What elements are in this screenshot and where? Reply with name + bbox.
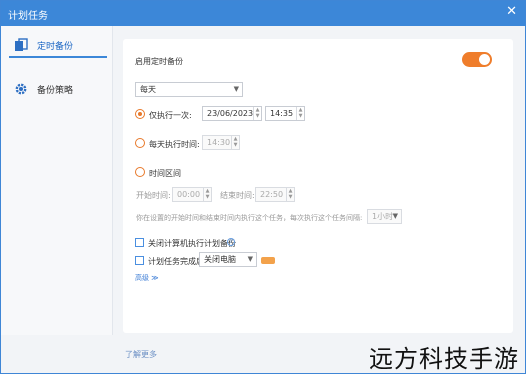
start-time-field[interactable]: 00:00 ▲ ▼ (172, 187, 212, 202)
sidebar: 定时备份 备份策略 (1, 26, 113, 335)
enable-label: 启用定时备份 (135, 57, 183, 66)
period-label: 时间区间 (149, 169, 181, 178)
interval-select[interactable]: 1小时 ▼ (367, 209, 402, 224)
once-radio[interactable] (135, 109, 145, 119)
window-title: 计划任务 (8, 11, 48, 22)
watermark: 远方科技手游 (369, 345, 519, 373)
schedule-window: 计划任务 ✕ 定时备份 备份策略 启用定时备份 每天 ▼ 仅执行一次: 23/0… (0, 0, 526, 374)
title-bar: 计划任务 ✕ (1, 1, 525, 26)
backup-icon (15, 38, 28, 51)
sidebar-item-backup-strategy[interactable]: 备份策略 (9, 76, 107, 102)
end-time-value: 22:50 (260, 190, 284, 199)
daily-radio[interactable] (135, 138, 145, 148)
period-radio[interactable] (135, 167, 145, 177)
settings-panel: 启用定时备份 每天 ▼ 仅执行一次: 23/06/2023 ▲ ▼ 14:35 ▲… (123, 39, 513, 333)
shutdown-label: 关闭计算机执行计划备份 (148, 239, 236, 248)
daily-label: 每天执行时间: (149, 140, 200, 149)
once-time-field[interactable]: 14:35 ▲ ▼ (265, 106, 305, 121)
gear-icon (15, 83, 27, 95)
advanced-link[interactable]: 高级 ≫ (135, 273, 159, 283)
after-action-select[interactable]: 关闭电脑 ▼ (199, 252, 257, 267)
interval-value: 1小时 (372, 212, 394, 221)
once-time-value: 14:35 (270, 109, 294, 118)
interval-label: 你在设置的开始时间和结束时间内执行这个任务，每次执行这个任务间隔: (136, 214, 363, 222)
start-time-value: 00:00 (177, 190, 201, 199)
shutdown-checkbox[interactable] (135, 238, 144, 247)
learn-more-link[interactable]: 了解更多 (125, 349, 157, 360)
daily-time-field[interactable]: 14:30 ▲ ▼ (202, 135, 240, 150)
daily-time-spinner[interactable]: ▲ ▼ (231, 136, 239, 149)
frequency-value: 每天 (140, 85, 156, 94)
info-icon[interactable]: ? (227, 238, 235, 246)
date-spinner[interactable]: ▲ ▼ (253, 107, 261, 120)
daily-time-value: 14:30 (207, 138, 231, 147)
chevron-down-icon: ▼ (392, 212, 398, 220)
after-checkbox[interactable] (135, 256, 144, 265)
sidebar-item-label: 备份策略 (37, 86, 74, 96)
footer: 了解更多 远方科技手游 (1, 335, 525, 373)
end-time-spinner[interactable]: ▲ ▼ (286, 188, 294, 201)
vip-badge (261, 257, 275, 264)
start-time-label: 开始时间: (136, 191, 171, 200)
once-label: 仅执行一次: (149, 111, 192, 120)
once-date-field[interactable]: 23/06/2023 ▲ ▼ (202, 106, 262, 121)
enable-toggle[interactable] (462, 52, 492, 67)
after-label: 计划任务完成后 (148, 257, 204, 266)
chevron-down-icon: ▼ (247, 255, 253, 263)
sidebar-item-label: 定时备份 (37, 42, 74, 52)
end-time-label: 结束时间: (220, 191, 255, 200)
close-icon[interactable]: ✕ (506, 5, 517, 19)
after-action-value: 关闭电脑 (204, 255, 236, 264)
time-spinner[interactable]: ▲ ▼ (296, 107, 304, 120)
start-time-spinner[interactable]: ▲ ▼ (203, 188, 211, 201)
chevron-down-icon: ▼ (233, 85, 239, 93)
end-time-field[interactable]: 22:50 ▲ ▼ (255, 187, 295, 202)
sidebar-item-scheduled-backup[interactable]: 定时备份 (9, 32, 107, 58)
frequency-select[interactable]: 每天 ▼ (135, 82, 243, 97)
once-date-value: 23/06/2023 (207, 109, 254, 118)
